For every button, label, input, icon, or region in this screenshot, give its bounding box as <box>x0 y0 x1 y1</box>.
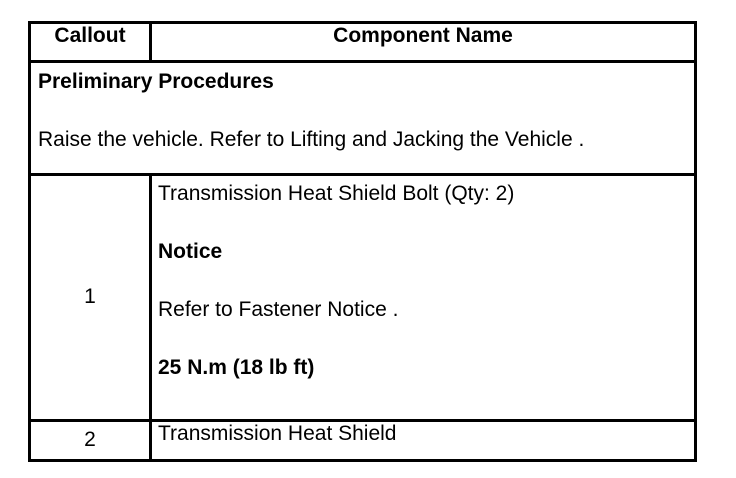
notice-label: Notice <box>158 240 223 264</box>
notice-text: Refer to Fastener Notice . <box>158 298 399 322</box>
table-header-row: Callout Component Name <box>28 21 697 63</box>
callout-number: 2 <box>28 419 152 462</box>
procedure-table: Callout Component Name Preliminary Proce… <box>28 21 697 462</box>
preliminary-cell: Preliminary Procedures Raise the vehicle… <box>28 60 697 176</box>
header-callout: Callout <box>28 21 152 63</box>
preliminary-title: Preliminary Procedures <box>38 70 274 93</box>
component-name: Transmission Heat Shield <box>149 419 697 462</box>
preliminary-row: Preliminary Procedures Raise the vehicle… <box>28 60 697 176</box>
header-component-name: Component Name <box>149 21 697 63</box>
table-row: 1 Transmission Heat Shield Bolt (Qty: 2)… <box>28 173 697 422</box>
component-name: Transmission Heat Shield Bolt (Qty: 2) <box>158 182 515 205</box>
torque-spec: 25 N.m (18 lb ft) <box>158 356 315 380</box>
component-cell: Transmission Heat Shield Bolt (Qty: 2) N… <box>149 173 697 422</box>
table-row: 2 Transmission Heat Shield <box>28 419 697 462</box>
preliminary-text: Raise the vehicle. Refer to Lifting and … <box>38 128 585 152</box>
callout-number: 1 <box>28 173 152 422</box>
